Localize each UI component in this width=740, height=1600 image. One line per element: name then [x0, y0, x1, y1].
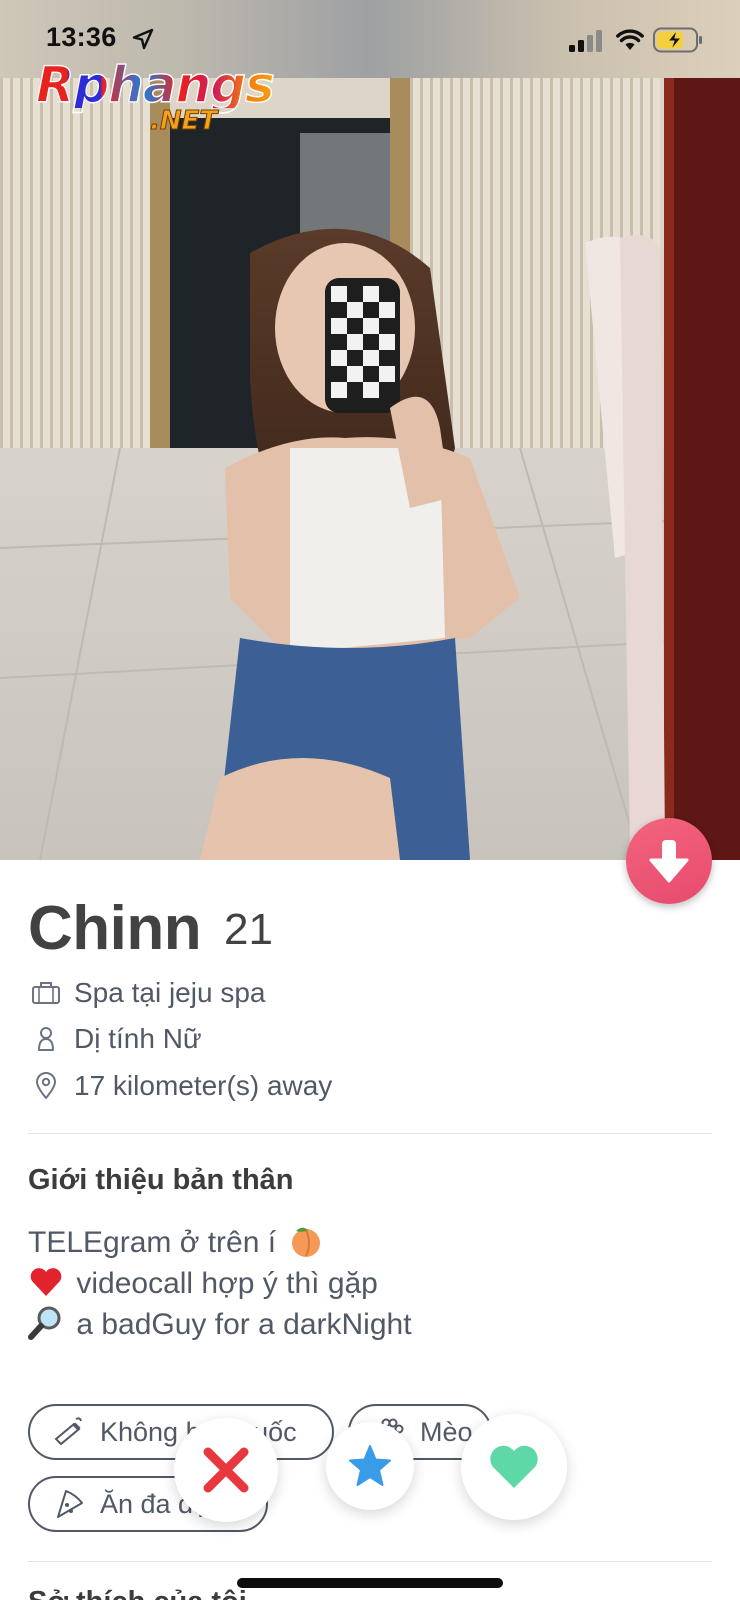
no-smoking-icon [54, 1417, 82, 1446]
pizza-icon [57, 1490, 83, 1518]
home-indicator [237, 1578, 503, 1588]
about-title: Giới thiệu bản thân [28, 1164, 294, 1196]
location-pin-icon [30, 1070, 62, 1102]
gender-text: Dị tính Nữ [74, 1023, 202, 1054]
divider [28, 1561, 712, 1562]
nope-button[interactable] [174, 1418, 278, 1522]
divider [28, 1133, 712, 1134]
close-icon [203, 1447, 249, 1493]
cellular-signal-icon [569, 30, 602, 52]
profile-photo[interactable] [0, 78, 740, 860]
heart-icon [490, 1445, 538, 1488]
bio-line: a badGuy for a darkNight [28, 1304, 412, 1345]
profile-name: Chinn [28, 894, 202, 963]
bio-line-text: TELEgram ở trên í [28, 1226, 277, 1259]
super-like-button[interactable] [326, 1422, 414, 1510]
like-button[interactable] [461, 1414, 567, 1520]
magnifier-emoji [28, 1306, 61, 1340]
watermark-logo: Rphangs .NET [35, 56, 275, 136]
battery-charging-icon [653, 27, 702, 53]
briefcase-icon [30, 977, 62, 1009]
red-heart-emoji [30, 1268, 62, 1296]
collapse-profile-button[interactable] [626, 818, 712, 904]
bio-line-text: a badGuy for a darkNight [76, 1308, 412, 1341]
arrow-down-icon [649, 840, 689, 883]
bio-line-text: videocall hợp ý thì gặp [76, 1267, 378, 1300]
bio-line: videocall hợp ý thì gặp [28, 1263, 412, 1304]
tag-label: Mèo [420, 1416, 473, 1447]
peach-emoji [292, 1227, 321, 1257]
bio-line: TELEgram ở trên í [28, 1222, 412, 1263]
status-time: 13:36 [46, 22, 117, 52]
bio-text: TELEgram ở trên í videocall hợp ý thì gặ… [28, 1222, 412, 1345]
gender-row: Dị tính Nữ [30, 1021, 202, 1057]
distance-text: 17 kilometer(s) away [74, 1070, 333, 1101]
watermark-sub-text: .NET [149, 106, 218, 137]
person-icon [30, 1023, 62, 1055]
wifi-icon [616, 29, 644, 50]
watermark-main-text: Rphangs [35, 56, 275, 114]
location-arrow-icon [132, 28, 154, 50]
profile-photo-illustration [0, 78, 740, 860]
star-icon [349, 1445, 391, 1486]
job-row: Spa tại jeju spa [30, 975, 265, 1011]
interests-title: Sở thích của tôi [28, 1586, 247, 1600]
profile-age: 21 [224, 905, 273, 954]
distance-row: 17 kilometer(s) away [30, 1068, 332, 1104]
job-text: Spa tại jeju spa [74, 977, 266, 1008]
